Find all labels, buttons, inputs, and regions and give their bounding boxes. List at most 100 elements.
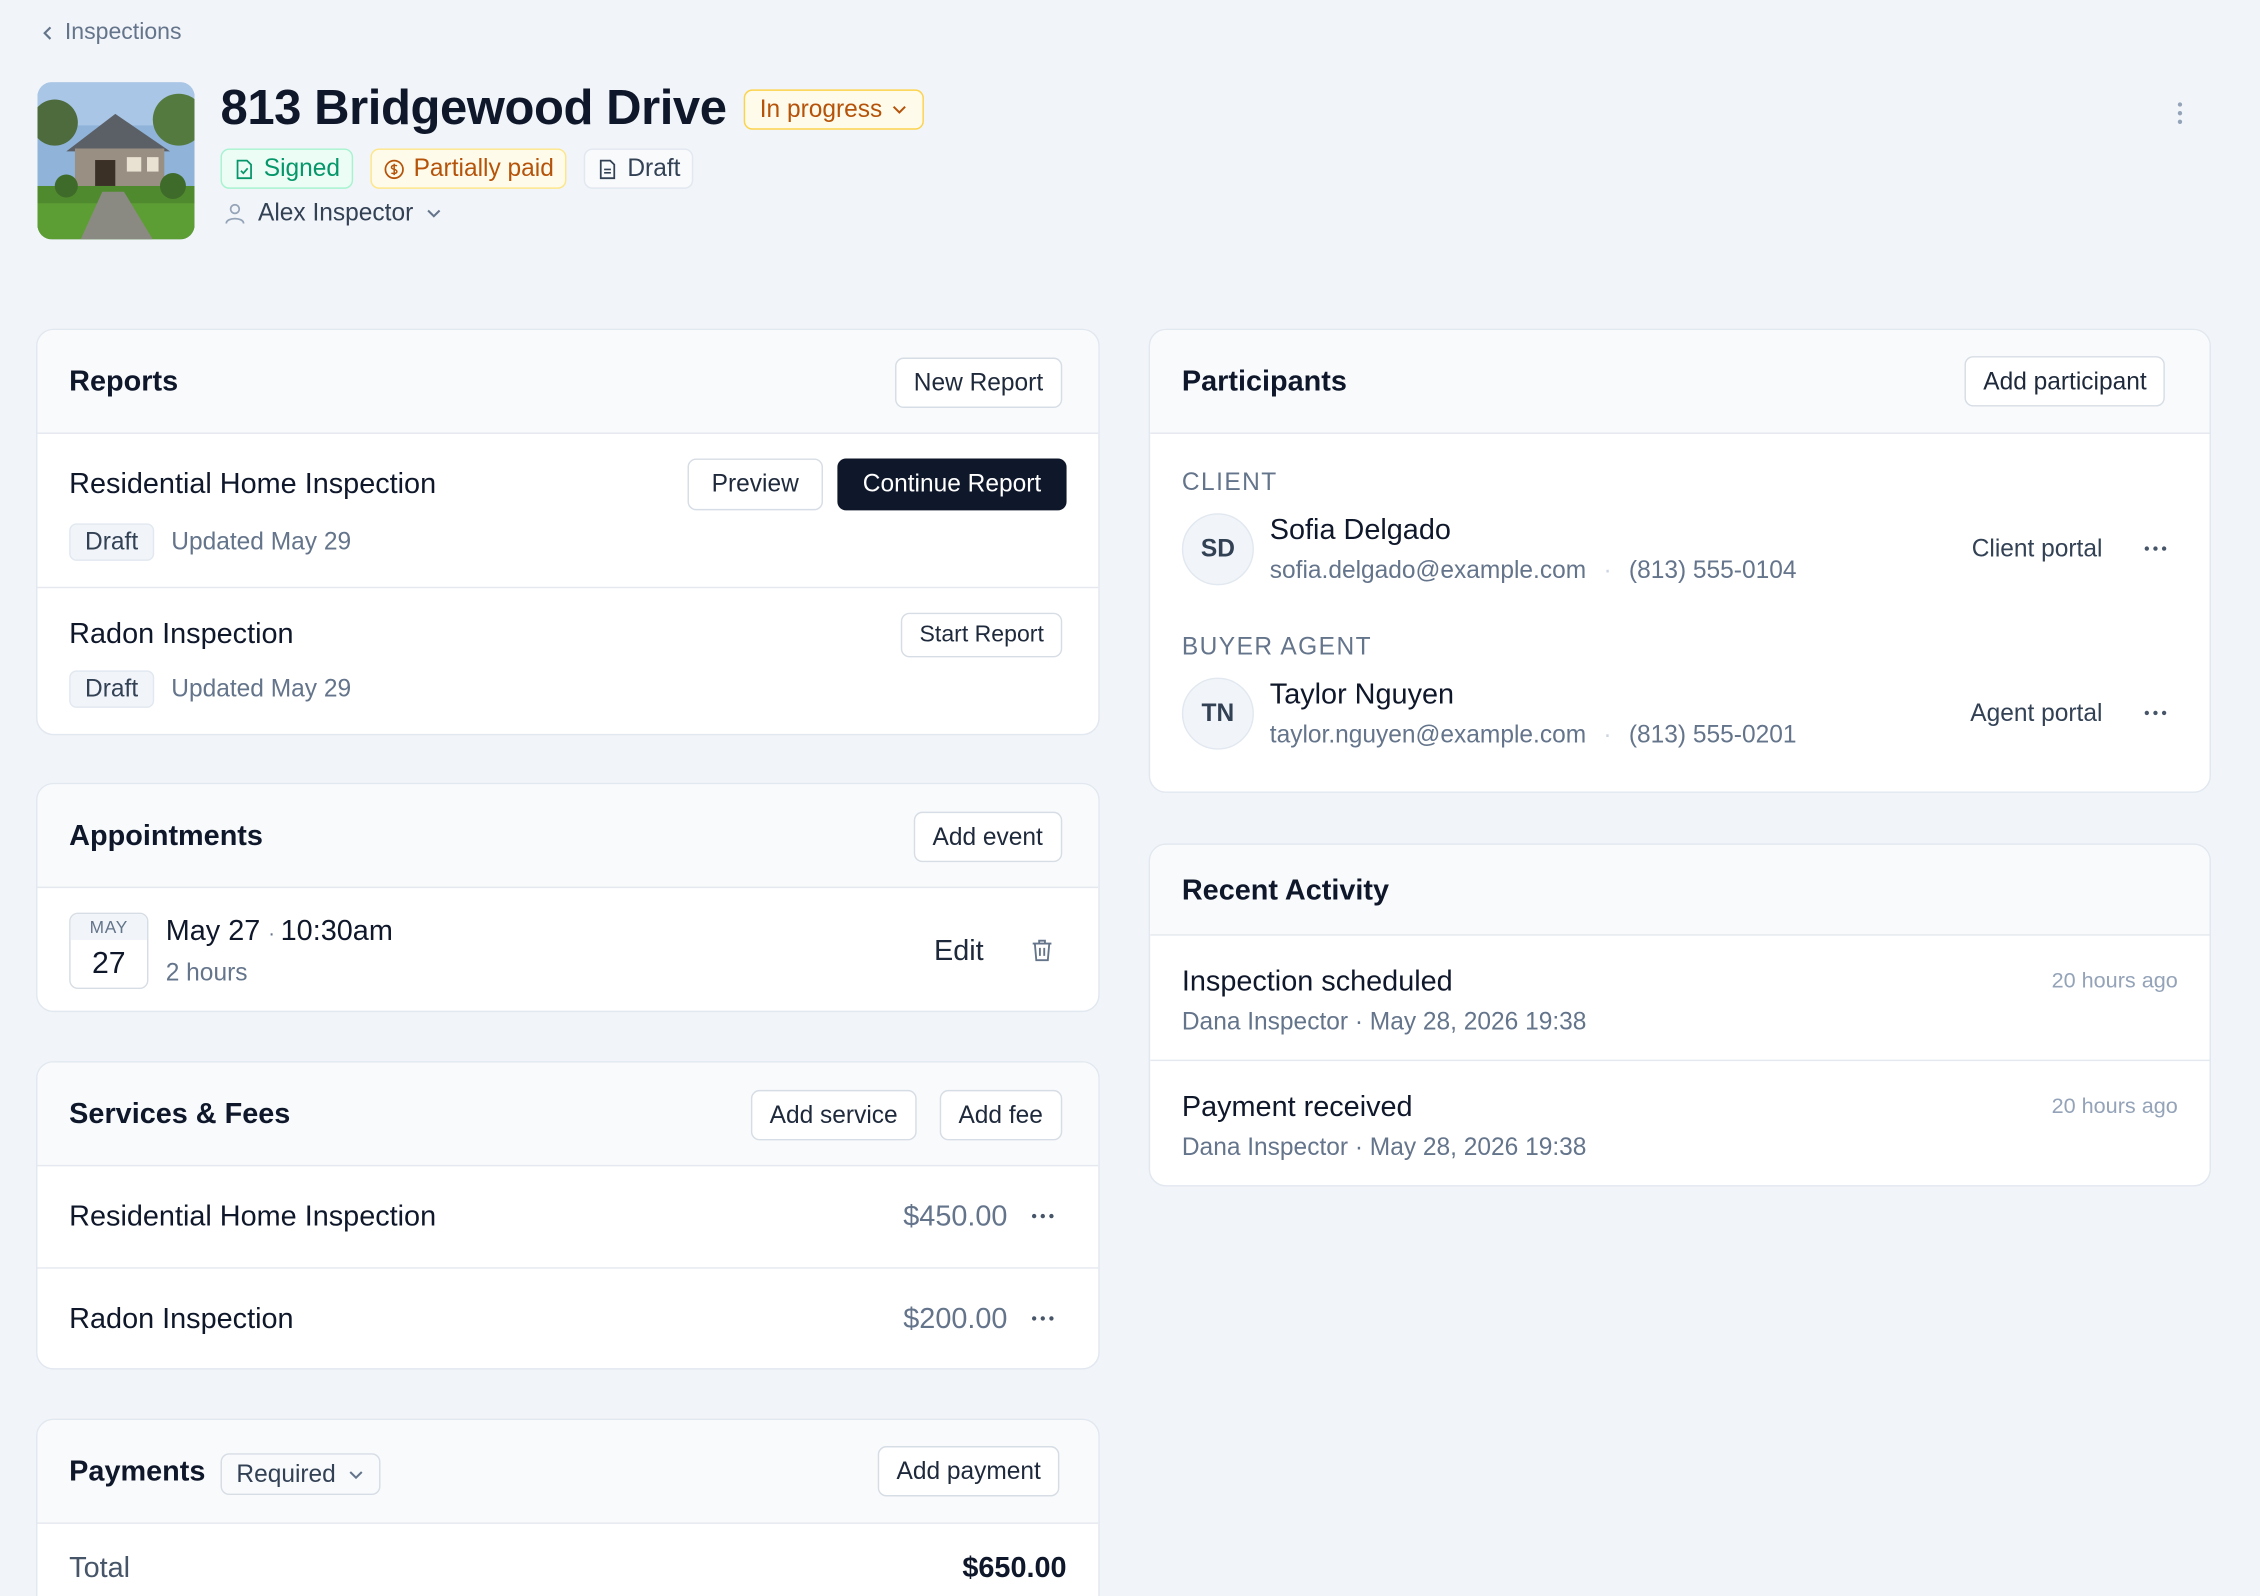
header-badges: Signed Partially paid Draft (220, 148, 694, 189)
activity-title: Recent Activity (1181, 875, 1390, 907)
status-label: In progress (759, 94, 883, 122)
appointment-duration: 2 hours (165, 958, 248, 987)
continue-report-button[interactable]: Continue Report (837, 458, 1067, 511)
report-status-badge: Draft (69, 670, 154, 708)
add-event-button[interactable]: Add event (913, 811, 1062, 863)
more-options-icon[interactable] (2165, 95, 2194, 130)
payments-card: Payments Required Add payment Total $650… (36, 1418, 1100, 1596)
reports-card: Reports New Report Residential Home Insp… (36, 328, 1100, 736)
draft-badge: Draft (584, 148, 694, 189)
payment-status-label: Partially paid (413, 154, 554, 182)
participant-contact: taylor.nguyen@example.com · (813) 555-02… (1269, 720, 1797, 750)
appointments-title: Appointments (69, 820, 263, 853)
appointment-date: May 27 (165, 915, 261, 948)
service-row: Radon Inspection $200.00 (37, 1269, 1098, 1368)
appointment-datetime: May 27 · 10:30am (165, 915, 393, 948)
report-name: Residential Home Inspection (69, 468, 437, 501)
participants-header: Participants Add participant (1150, 330, 2210, 434)
recent-activity-card: Recent Activity Inspection scheduled Dan… (1148, 843, 2211, 1187)
activity-title-text: Inspection scheduled (1181, 965, 1453, 998)
new-report-button[interactable]: New Report (895, 357, 1062, 409)
services-header: Services & Fees Add service Add fee (37, 1062, 1099, 1167)
breadcrumb[interactable]: Inspections (39, 20, 182, 46)
avatar: SD (1181, 513, 1254, 586)
user-icon (225, 203, 245, 224)
add-participant-button[interactable]: Add participant (1964, 356, 2166, 407)
avatar: TN (1181, 677, 1254, 750)
inspector-dropdown[interactable]: Alex Inspector (223, 199, 442, 228)
reports-title: Reports (69, 366, 179, 398)
dollar-circle-icon (384, 159, 404, 179)
payment-requirement-dropdown[interactable]: Required (220, 1453, 381, 1496)
chevron-down-icon (426, 209, 440, 218)
date-badge: MAY 27 (69, 912, 149, 990)
participant-name: Taylor Nguyen (1269, 679, 1455, 711)
trash-icon[interactable] (1029, 937, 1055, 963)
participants-title: Participants (1181, 366, 1347, 398)
appointments-card: Appointments Add event MAY 27 May 27 · 1… (36, 782, 1100, 1013)
activity-row: Payment received Dana Inspector · May 28… (1150, 1061, 2209, 1185)
participant-role: BUYER AGENT (1181, 632, 1373, 661)
report-updated: Updated May 29 (171, 527, 352, 556)
chevron-left-icon (43, 26, 52, 40)
activity-title-text: Payment received (1181, 1091, 1413, 1124)
participant-buyer-agent: BUYER AGENT TN Taylor Nguyen taylor.nguy… (1150, 598, 2209, 771)
appointments-header: Appointments Add event (37, 784, 1099, 889)
participants-card: Participants Add participant CLIENT SD S… (1148, 328, 2211, 793)
payment-requirement-label: Required (236, 1459, 336, 1488)
date-day: 27 (91, 947, 126, 981)
report-meta: Draft Updated May 29 (69, 523, 352, 561)
add-fee-button[interactable]: Add fee (939, 1089, 1062, 1141)
add-payment-button[interactable]: Add payment (877, 1446, 1060, 1497)
edit-appointment-button[interactable]: Edit (934, 936, 984, 969)
date-month: MAY (70, 914, 148, 940)
participant-more-icon[interactable] (2144, 546, 2167, 551)
activity-header: Recent Activity (1150, 844, 2210, 936)
report-row: Radon Inspection Start Report Draft Upda… (37, 588, 1098, 734)
total-value: $650.00 (962, 1552, 1067, 1585)
participant-phone[interactable]: (813) 555-0104 (1629, 556, 1797, 585)
service-row: Residential Home Inspection $450.00 (37, 1166, 1099, 1269)
signed-document-icon (236, 159, 252, 179)
breadcrumb-label: Inspections (64, 20, 182, 45)
service-more-icon[interactable] (1031, 1316, 1054, 1321)
report-status-badge: Draft (69, 523, 154, 561)
activity-meta: Dana Inspector · May 28, 2026 19:38 (1181, 1007, 1587, 1036)
payment-status-badge: Partially paid (370, 148, 567, 189)
payment-total-row: Total $650.00 (37, 1524, 1098, 1596)
chevron-down-icon (349, 1470, 363, 1479)
participant-name: Sofia Delgado (1269, 514, 1451, 547)
client-portal-link[interactable]: Client portal (1972, 535, 2103, 564)
agent-portal-link[interactable]: Agent portal (1970, 699, 2102, 728)
activity-row: Inspection scheduled Dana Inspector · Ma… (1150, 936, 2210, 1062)
participant-role: CLIENT (1181, 468, 1278, 496)
participant-more-icon[interactable] (2144, 710, 2167, 716)
services-title: Services & Fees (69, 1098, 291, 1131)
title-row: 813 Bridgewood Drive In progress (221, 81, 925, 137)
payments-title: Payments (69, 1456, 206, 1488)
report-name: Radon Inspection (69, 618, 294, 651)
signed-label: Signed (263, 154, 341, 182)
status-dropdown[interactable]: In progress (743, 88, 925, 130)
start-report-button[interactable]: Start Report (900, 612, 1063, 658)
payments-header: Payments Required Add payment (37, 1420, 1099, 1524)
signed-badge: Signed (220, 148, 354, 189)
participant-email[interactable]: taylor.nguyen@example.com (1270, 721, 1586, 750)
report-row: Residential Home Inspection Preview Cont… (37, 434, 1099, 589)
activity-time: 20 hours ago (2051, 1094, 2178, 1119)
report-meta: Draft Updated May 29 (69, 670, 351, 708)
appointment-row: MAY 27 May 27 · 10:30am 2 hours Edit (37, 888, 1098, 1011)
services-fees-card: Services & Fees Add service Add fee Resi… (36, 1061, 1100, 1370)
preview-button[interactable]: Preview (687, 458, 823, 511)
service-price: $450.00 (903, 1200, 1008, 1233)
service-more-icon[interactable] (1031, 1213, 1054, 1219)
participant-email[interactable]: sofia.delgado@example.com (1270, 556, 1586, 585)
participant-phone[interactable]: (813) 555-0201 (1629, 721, 1797, 750)
participant-contact: sofia.delgado@example.com · (813) 555-01… (1269, 556, 1797, 585)
add-service-button[interactable]: Add service (750, 1089, 917, 1141)
chevron-down-icon (893, 105, 907, 114)
document-icon (600, 159, 616, 179)
activity-meta: Dana Inspector · May 28, 2026 19:38 (1181, 1133, 1587, 1161)
page-title: 813 Bridgewood Drive (220, 80, 727, 136)
inspector-name: Alex Inspector (257, 198, 414, 227)
